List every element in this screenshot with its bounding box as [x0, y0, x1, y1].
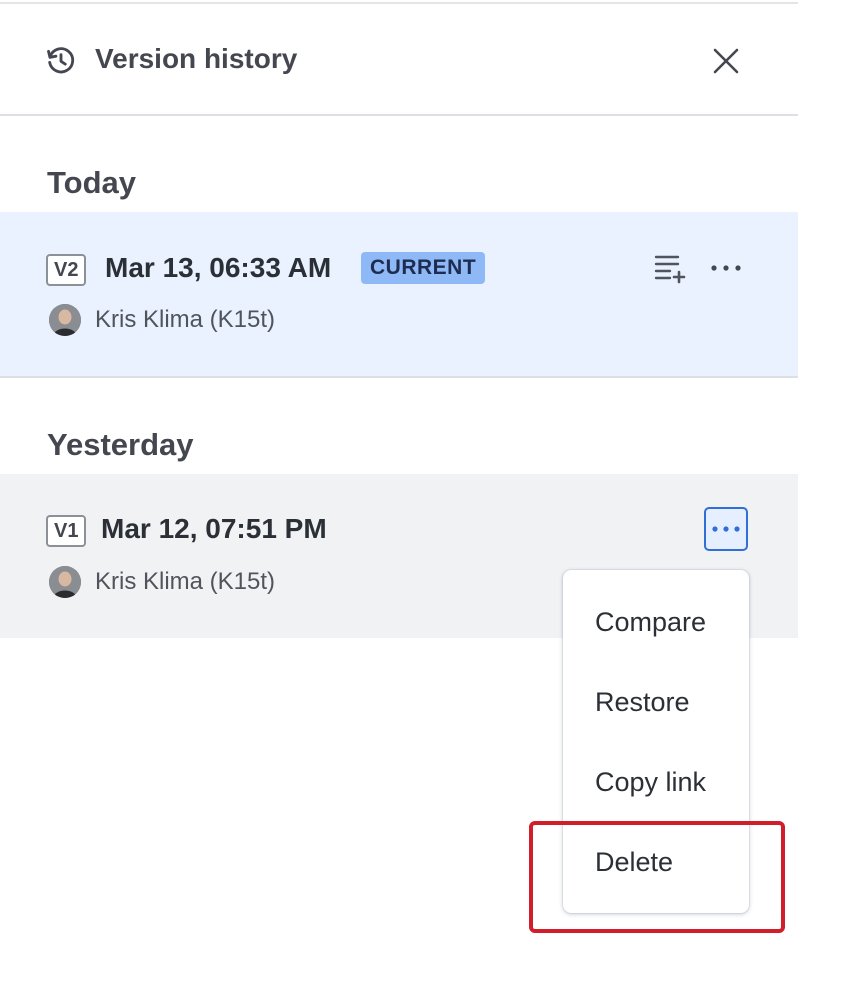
panel-header: Version history	[0, 4, 798, 116]
more-icon	[711, 265, 741, 271]
version-date: Mar 12, 07:51 PM	[101, 513, 327, 544]
close-icon[interactable]	[706, 41, 746, 81]
menu-item-label: Delete	[595, 847, 674, 877]
avatar	[49, 304, 81, 336]
avatar	[49, 566, 81, 598]
version-badge: V1	[46, 515, 87, 547]
more-actions-button[interactable]	[704, 246, 748, 290]
version-author: Kris Klima (K15t)	[95, 568, 276, 595]
version-date: Mar 13, 06:33 AM	[105, 252, 332, 283]
current-status-badge: CURRENT	[361, 252, 486, 284]
version-actions-menu: Compare Restore Copy link Delete	[563, 570, 749, 913]
menu-item-delete[interactable]: Delete	[563, 822, 749, 902]
restore-version-icon[interactable]	[652, 250, 688, 286]
menu-item-label: Compare	[595, 607, 707, 637]
menu-item-copy-link[interactable]: Copy link	[563, 742, 749, 822]
section-today-label: Today	[47, 165, 136, 200]
menu-item-compare[interactable]: Compare	[563, 582, 749, 662]
menu-item-label: Copy link	[595, 767, 707, 797]
more-actions-button-active[interactable]	[704, 507, 748, 551]
version-author: Kris Klima (K15t)	[95, 306, 276, 333]
menu-item-restore[interactable]: Restore	[563, 662, 749, 742]
panel-title: Version history	[95, 43, 298, 74]
more-icon	[712, 526, 740, 532]
menu-item-label: Restore	[595, 687, 690, 717]
history-icon	[47, 47, 75, 74]
version-row-v2[interactable]: V2 Mar 13, 06:33 AM CURRENT Kris Klima (…	[0, 212, 798, 378]
section-yesterday-label: Yesterday	[47, 427, 194, 462]
version-badge: V2	[46, 254, 87, 286]
